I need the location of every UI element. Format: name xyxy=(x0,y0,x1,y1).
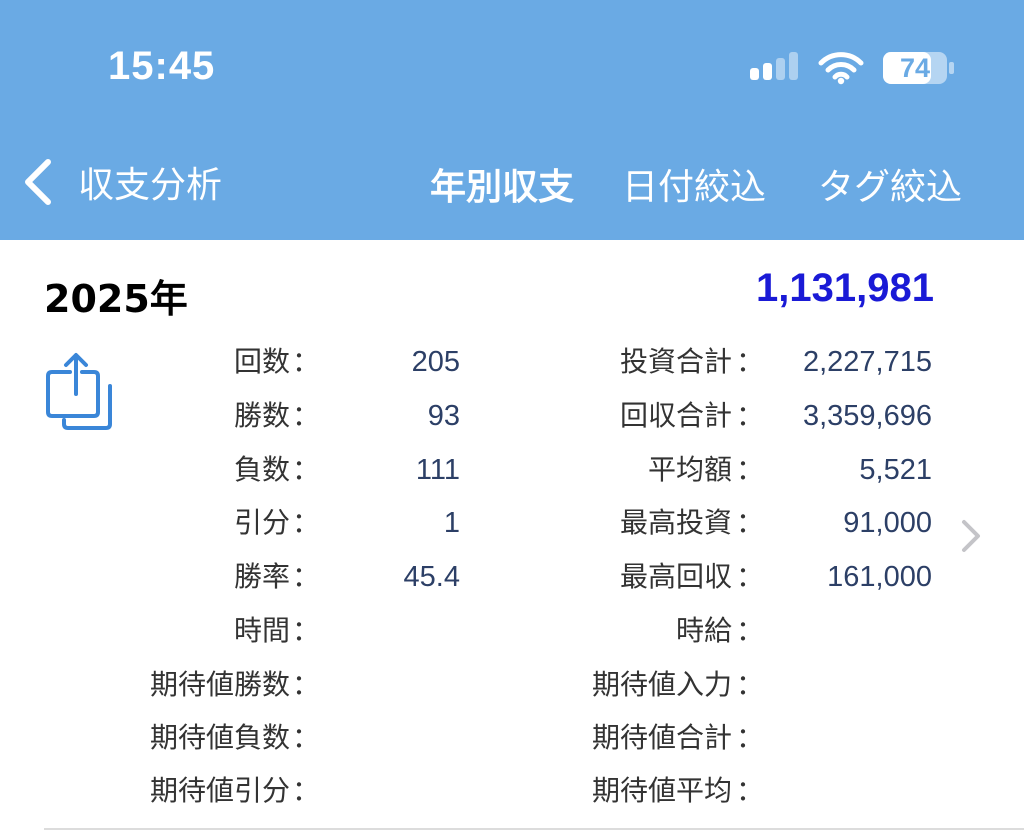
stat-value: 3,359,696 xyxy=(802,400,932,432)
stat-row-max-return: 最高回収 ： 161,000 xyxy=(480,557,1024,597)
stat-label: 投資合計 xyxy=(619,345,732,378)
stat-colon: ： xyxy=(736,345,765,378)
stat-row-win-rate: 勝率 ： 45.4 xyxy=(0,557,480,597)
stat-colon: ： xyxy=(292,506,321,539)
chevron-left-icon xyxy=(25,159,51,205)
stat-label: 回数 xyxy=(233,345,290,378)
stat-row-expected-draws: 期待値引分 ： xyxy=(0,771,480,811)
tag-filter-button[interactable]: タグ絞込 xyxy=(818,158,962,210)
stat-colon: ： xyxy=(292,399,321,432)
stat-label: 時給 xyxy=(675,614,732,647)
stat-row-expected-input: 期待値入力 ： xyxy=(480,665,1024,705)
divider xyxy=(44,828,1024,830)
stat-value: 111 xyxy=(415,454,460,486)
stat-colon: ： xyxy=(736,399,765,432)
stat-colon: ： xyxy=(292,774,321,807)
wifi-icon xyxy=(818,52,864,85)
stat-colon: ： xyxy=(292,345,321,378)
stat-value: 161,000 xyxy=(827,561,932,593)
stat-label: 時間 xyxy=(233,614,290,647)
chevron-right-icon[interactable] xyxy=(958,516,984,556)
stat-label: 最高回収 xyxy=(619,560,732,593)
battery-level: 74 xyxy=(899,53,931,83)
stat-row-draws: 引分 ： 1 xyxy=(0,503,480,543)
stat-label: 期待値合計 xyxy=(591,721,732,754)
stat-row-total-investment: 投資合計 ： 2,227,715 xyxy=(480,342,1024,382)
balance-total: 1,131,981 xyxy=(756,266,934,310)
page-title: 年別収支 xyxy=(430,167,575,208)
cellular-signal-icon xyxy=(750,52,798,80)
stat-label: 期待値負数 xyxy=(149,721,290,754)
stat-colon: ： xyxy=(736,721,765,754)
year-label: 2025年 xyxy=(44,277,188,321)
stat-row-hourly: 時給 ： xyxy=(480,611,1024,651)
stat-row-total-return: 回収合計 ： 3,359,696 xyxy=(480,396,1024,436)
stat-colon: ： xyxy=(736,774,765,807)
stat-row-expected-average: 期待値平均 ： xyxy=(480,771,1024,811)
stat-value: 93 xyxy=(427,400,460,432)
stat-row-count: 回数 ： 205 xyxy=(0,342,480,382)
stat-row-losses: 負数 ： 111 xyxy=(0,450,480,490)
navigation-header: 15:45 74 収支分析 年別収支 日付絞込 タグ絞込 xyxy=(0,0,1024,240)
stat-colon: ： xyxy=(292,721,321,754)
stat-colon: ： xyxy=(736,560,765,593)
stat-colon: ： xyxy=(292,560,321,593)
stat-colon: ： xyxy=(292,614,321,647)
stat-colon: ： xyxy=(292,453,321,486)
stat-label: 平均額 xyxy=(647,453,732,486)
stat-row-time: 時間 ： xyxy=(0,611,480,651)
back-button-label: 収支分析 xyxy=(78,165,223,206)
stat-value: 205 xyxy=(411,346,460,378)
stat-label: 回収合計 xyxy=(619,399,732,432)
status-time: 15:45 xyxy=(108,44,216,88)
stat-label: 勝数 xyxy=(233,399,290,432)
stat-row-expected-wins: 期待値勝数 ： xyxy=(0,665,480,705)
stat-label: 期待値引分 xyxy=(149,774,290,807)
stat-row-wins: 勝数 ： 93 xyxy=(0,396,480,436)
stat-value: 5,521 xyxy=(859,454,932,486)
stat-colon: ： xyxy=(292,668,321,701)
stat-value: 91,000 xyxy=(843,507,932,539)
stat-label: 最高投資 xyxy=(619,506,732,539)
stat-row-max-investment: 最高投資 ： 91,000 xyxy=(480,503,1024,543)
stat-label: 負数 xyxy=(233,453,290,486)
stat-row-expected-losses: 期待値負数 ： xyxy=(0,718,480,758)
stat-value: 1 xyxy=(443,507,460,539)
stat-label: 引分 xyxy=(233,506,290,539)
stat-colon: ： xyxy=(736,453,765,486)
stat-row-expected-total: 期待値合計 ： xyxy=(480,718,1024,758)
stat-colon: ： xyxy=(736,506,765,539)
stat-row-average: 平均額 ： 5,521 xyxy=(480,450,1024,490)
stat-label: 期待値平均 xyxy=(591,774,732,807)
stat-label: 勝率 xyxy=(233,560,290,593)
stat-value: 45.4 xyxy=(403,561,460,593)
back-button[interactable]: 収支分析 xyxy=(18,150,222,214)
stat-value: 2,227,715 xyxy=(802,346,932,378)
stat-colon: ： xyxy=(736,614,765,647)
stat-label: 期待値勝数 xyxy=(149,668,290,701)
date-filter-button[interactable]: 日付絞込 xyxy=(622,158,766,210)
stat-label: 期待値入力 xyxy=(591,668,732,701)
stat-colon: ： xyxy=(736,668,765,701)
